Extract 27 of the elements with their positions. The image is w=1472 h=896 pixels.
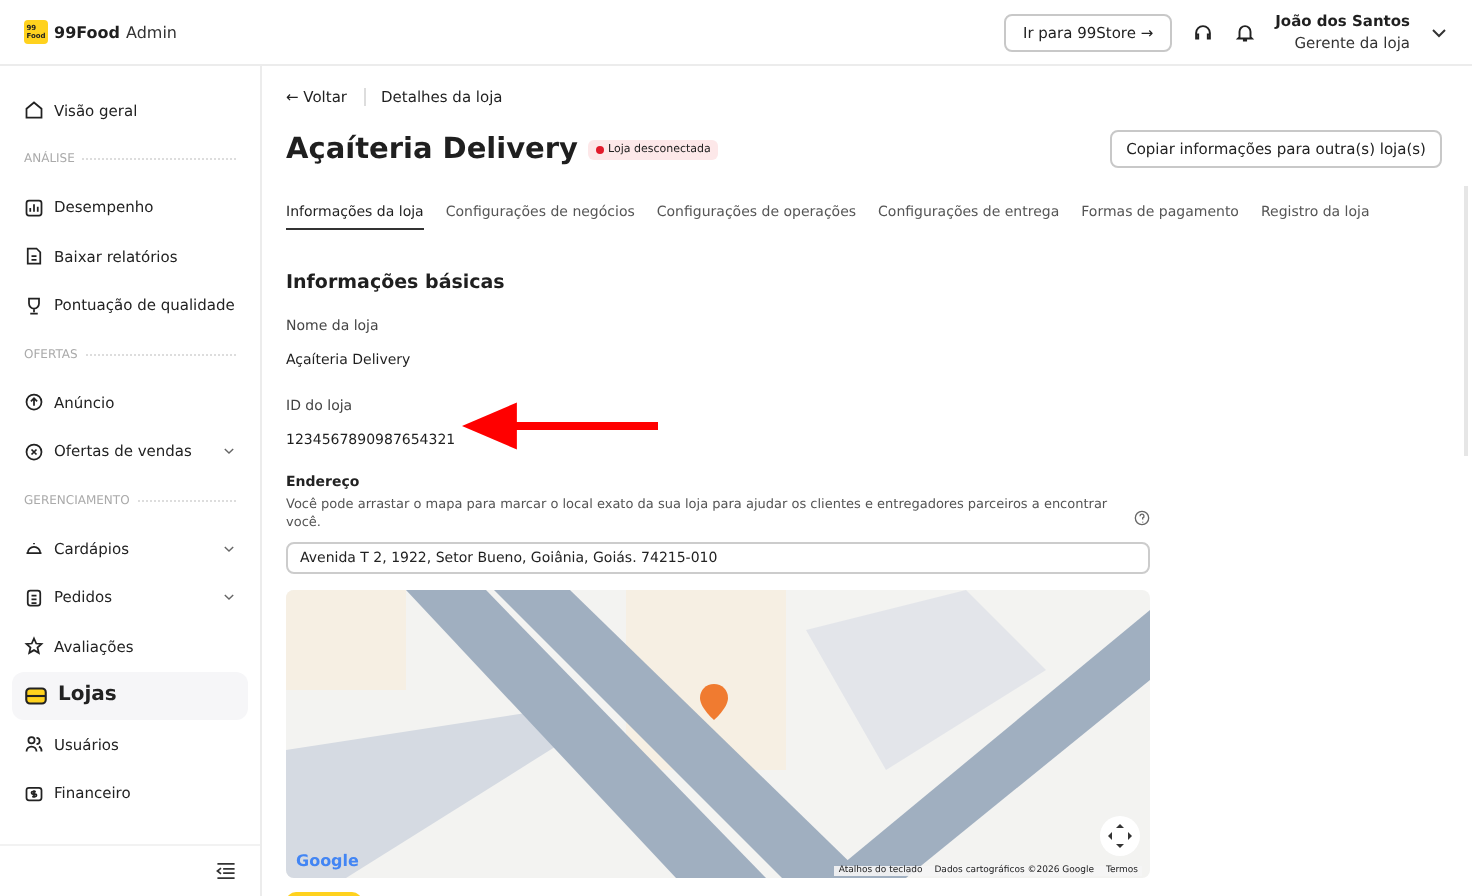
headset-icon[interactable] [1191,21,1214,43]
collapse-menu-icon[interactable] [216,862,236,880]
home-icon [24,100,44,121]
map-logo: Google [296,852,359,870]
document-icon [24,246,44,267]
section-title: Informações básicas [286,272,507,294]
bell-icon[interactable] [1233,21,1256,43]
recenter-icon[interactable] [1100,816,1140,856]
chevron-down-icon [222,541,236,556]
badge-icon [24,441,44,462]
trophy-icon [24,295,44,316]
users-icon [24,734,44,755]
help-icon[interactable] [1134,510,1150,526]
chevron-down-icon [222,590,236,605]
arrow-up-icon [24,392,44,413]
chevron-down-icon[interactable] [1430,23,1448,41]
list-icon [24,587,44,608]
chevron-down-icon [222,444,236,459]
brand-suffix: Admin [126,23,177,41]
star-icon [24,636,44,657]
nav-item[interactable]: Lojas [12,671,248,720]
chart-icon [24,197,44,218]
cloche-icon [24,538,44,559]
store-icon [24,683,48,708]
brand-name: 99Food [54,23,120,41]
store-title: Açaíteria Delivery [286,133,578,165]
money-icon [24,783,44,804]
